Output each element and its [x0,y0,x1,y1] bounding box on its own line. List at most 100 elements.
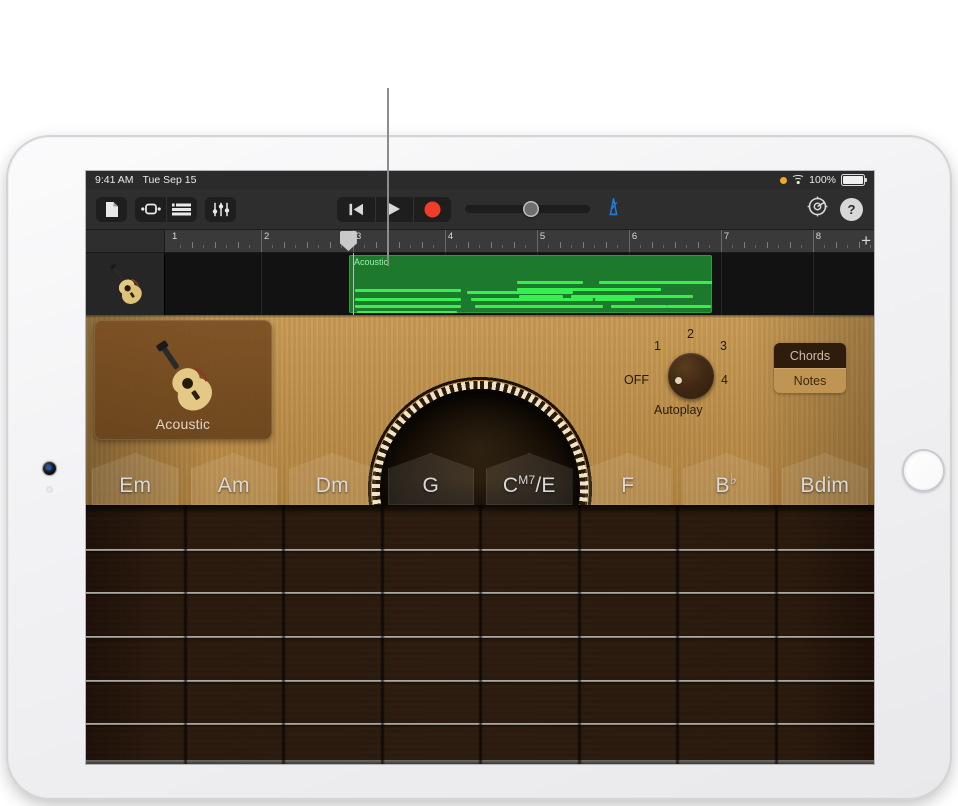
ruler-sub-tick [732,245,734,248]
question-mark-icon: ? [847,201,856,217]
app-toolbar: ? [86,189,874,230]
fret-divider [281,505,286,764]
settings-button[interactable] [807,196,828,222]
master-volume-slider[interactable] [465,201,590,217]
notes-mode-button[interactable]: Notes [774,368,846,393]
ruler-sub-tick [203,245,205,248]
chord-cell-em[interactable]: Em [86,447,185,505]
ruler-beat-tick [789,242,791,248]
device-screen: 9:41 AM Tue Sep 15 100% ? + 1 2 3 4 5 6 … [86,171,874,764]
midi-note [565,288,587,291]
chords-mode-button[interactable]: Chords [774,343,846,368]
playhead-line [352,253,354,315]
ruler-sub-tick [847,245,849,248]
timeline-ruler[interactable]: + 12345678 [86,230,874,253]
ruler-sub-tick [433,245,435,248]
acoustic-guitar-icon [156,340,212,411]
chord-cell-g[interactable]: G [382,447,481,505]
chord-cell-am[interactable]: Am [185,447,284,505]
chord-strip: Em Am Dm G CM7/E F B♭ Bdim [86,447,874,505]
ruler-beat-tick [214,242,216,248]
ruler-sub-tick [663,245,665,248]
ruler-sub-tick [456,245,458,248]
chord-cell-f[interactable]: F [579,447,678,505]
camera-icon [43,462,56,475]
home-button[interactable] [902,449,945,492]
midi-region-label: Acoustic [354,257,389,267]
ruler-beat-tick [835,242,837,248]
ruler-beat-tick [421,242,423,248]
ruler-beat-tick [398,242,400,248]
metronome-button[interactable] [604,197,623,221]
ruler-beat-tick [858,242,860,248]
ruler-sub-tick [479,245,481,248]
play-button[interactable] [375,197,413,222]
autoplay-pos-4-label: 4 [721,373,728,387]
ruler-beat-tick [651,242,653,248]
ruler-ticks[interactable]: + 12345678 [165,230,874,252]
rewind-button[interactable] [337,197,375,222]
ruler-beat-tick [306,242,308,248]
transport-controls [337,196,451,222]
midi-note [595,298,635,301]
playhead-handle[interactable] [339,231,357,251]
status-date: Tue Sep 15 [142,174,197,186]
ruler-bar-number: 8 [815,231,822,242]
ruler-beat-tick [375,242,377,248]
ruler-sub-tick [249,245,251,248]
midi-region[interactable]: Acoustic [349,255,712,313]
ruler-sub-tick [272,245,274,248]
ruler-bar-line [536,230,538,252]
status-time: 9:41 AM [95,174,134,186]
midi-note [611,305,667,308]
ruler-sub-tick [640,245,642,248]
ipad-device: 9:41 AM Tue Sep 15 100% ? + 1 2 3 4 5 6 … [8,137,950,798]
status-bar-left: 9:41 AM Tue Sep 15 [95,174,196,186]
chord-cell-bdim[interactable]: Bdim [776,447,875,505]
chord-name-label: Em [119,474,152,497]
ruler-beat-tick [329,242,331,248]
autoplay-label: Autoplay [654,403,703,417]
chord-name-label: CM7/E [502,473,556,497]
ambient-sensor-icon [46,486,53,493]
help-button[interactable]: ? [840,197,863,221]
guitar-body-panel: Acoustic OFF 1 2 3 4 Autoplay Chords Not… [86,315,874,505]
toolbar-right-group: ? [807,196,863,222]
chord-name-label: Bdim [800,474,850,497]
ruler-bar-number: 4 [447,231,454,242]
volume-slider-thumb[interactable] [523,201,539,217]
fret-divider [478,505,483,764]
track-lane[interactable]: Acoustic [165,253,874,315]
acoustic-guitar-icon [109,263,142,304]
ruler-bar-line [628,230,630,252]
ruler-bar-line [812,230,814,252]
fret-divider [675,505,680,764]
ruler-sub-tick [180,245,182,248]
ruler-sub-tick [410,245,412,248]
record-button[interactable] [413,197,451,222]
battery-icon [841,174,867,186]
orange-dot-icon [780,176,788,184]
ruler-bar-number: 2 [263,231,270,242]
status-bar-right: 100% [780,174,867,186]
metronome-icon [609,197,618,216]
chord-cell-b♭[interactable]: B♭ [677,447,776,505]
midi-note [639,288,661,291]
ruler-beat-tick [743,242,745,248]
fret-divider [576,505,582,764]
chord-cell-dm[interactable]: Dm [283,447,382,505]
ruler-beat-tick [605,242,607,248]
callout-line [387,88,389,266]
ruler-sub-tick [709,245,711,248]
ruler-beat-tick [283,242,285,248]
autoplay-pos-2-label: 2 [687,327,694,341]
ruler-bar-line [260,230,262,252]
lane-grid-line [812,253,814,315]
instrument-selector-card[interactable]: Acoustic [94,320,272,440]
track-header[interactable] [86,253,165,315]
play-icon [388,202,400,216]
chord-cell-cm7/e[interactable]: CM7/E [480,447,579,505]
fretboard-strings-area[interactable] [86,505,874,764]
add-track-button[interactable]: + [861,232,871,249]
autoplay-knob[interactable] [668,353,714,399]
